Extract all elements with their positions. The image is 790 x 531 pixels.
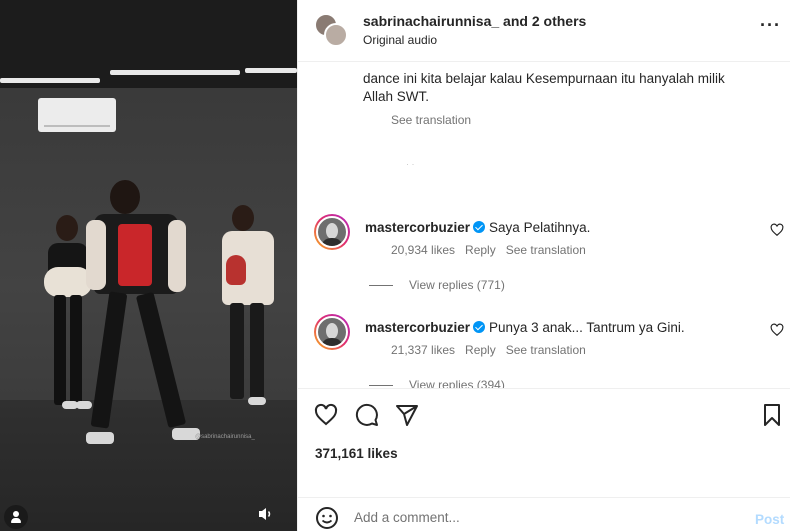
more-icon[interactable]: ··· (760, 16, 780, 38)
collab-avatars[interactable] (314, 13, 348, 47)
view-replies-label: View replies (394) (409, 378, 505, 388)
collaborators-link[interactable]: and 2 others (499, 13, 586, 29)
comment-composer: Post (298, 497, 790, 531)
comment-meta: 21,337 likes Reply See translation (391, 343, 596, 357)
heart-icon[interactable] (770, 323, 784, 337)
comment-text-line: mastercorbuzier Saya Pelatihnya. (365, 220, 590, 235)
comment-item: mastercorbuzier Punya 3 anak... Tantrum y… (298, 314, 790, 388)
view-replies-label: View replies (771) (409, 278, 505, 292)
verified-icon (473, 221, 486, 233)
reply-button[interactable]: Reply (465, 243, 496, 257)
audio-link[interactable]: Original audio (363, 33, 437, 47)
post-actions: 371,161 likes (298, 388, 790, 488)
see-translation-button[interactable]: See translation (506, 343, 586, 357)
ceiling-light (0, 78, 100, 83)
comment-input[interactable] (354, 507, 734, 527)
comment-likes[interactable]: 20,934 likes (391, 243, 455, 257)
emoji-icon[interactable] (315, 506, 339, 530)
author-username[interactable]: sabrinachairunnisa_ (363, 13, 499, 29)
comment-meta: 20,934 likes Reply See translation (391, 243, 596, 257)
comment-text: Saya Pelatihnya. (489, 220, 591, 235)
audio-icon[interactable] (255, 503, 277, 525)
air-conditioner (38, 98, 116, 132)
ceiling-light (110, 70, 240, 75)
comment-likes[interactable]: 21,337 likes (391, 343, 455, 357)
tagged-users-button[interactable] (4, 505, 28, 529)
likes-count[interactable]: 371,161 likes (315, 446, 398, 461)
loading-dots: · · (406, 159, 415, 169)
heart-icon[interactable] (770, 223, 784, 237)
comment-text-line: mastercorbuzier Punya 3 anak... Tantrum y… (365, 320, 685, 335)
caption-line: dance ini kita belajar kalau Kesempurnaa… (363, 71, 725, 86)
avatar[interactable] (314, 314, 350, 350)
comment-text: Punya 3 anak... Tantrum ya Gini. (489, 320, 685, 335)
bookmark-icon[interactable] (760, 403, 784, 427)
comment-username[interactable]: mastercorbuzier (365, 220, 470, 235)
see-translation-button[interactable]: See translation (506, 243, 586, 257)
comment-item: mastercorbuzier Saya Pelatihnya. 20,934 l… (298, 214, 790, 304)
post-panel: sabrinachairunnisa_ and 2 others Origina… (297, 0, 790, 531)
heart-icon[interactable] (314, 403, 338, 427)
share-icon[interactable] (395, 403, 419, 427)
post-header: sabrinachairunnisa_ and 2 others Origina… (298, 0, 790, 62)
comment-username[interactable]: mastercorbuzier (365, 320, 470, 335)
reply-button[interactable]: Reply (465, 343, 496, 357)
video-watermark: @sabrinachairunnisa_ (195, 434, 255, 440)
post-author[interactable]: sabrinachairunnisa_ and 2 others (363, 13, 586, 29)
post-video[interactable]: @sabrinachairunnisa_ (0, 0, 297, 531)
comments-list[interactable]: dance ini kita belajar kalau Kesempurnaa… (298, 62, 790, 388)
post-comment-button[interactable]: Post (755, 512, 784, 527)
avatar (324, 23, 348, 47)
avatar[interactable] (314, 214, 350, 250)
view-replies-button[interactable]: View replies (771) (369, 278, 505, 292)
caption-line: Allah SWT. (363, 89, 430, 104)
verified-icon (473, 321, 486, 333)
ceiling-light (245, 68, 297, 73)
view-replies-button[interactable]: View replies (394) (369, 378, 505, 388)
video-floor (0, 400, 297, 531)
caption-see-translation[interactable]: See translation (391, 113, 471, 127)
comment-icon[interactable] (355, 403, 379, 427)
